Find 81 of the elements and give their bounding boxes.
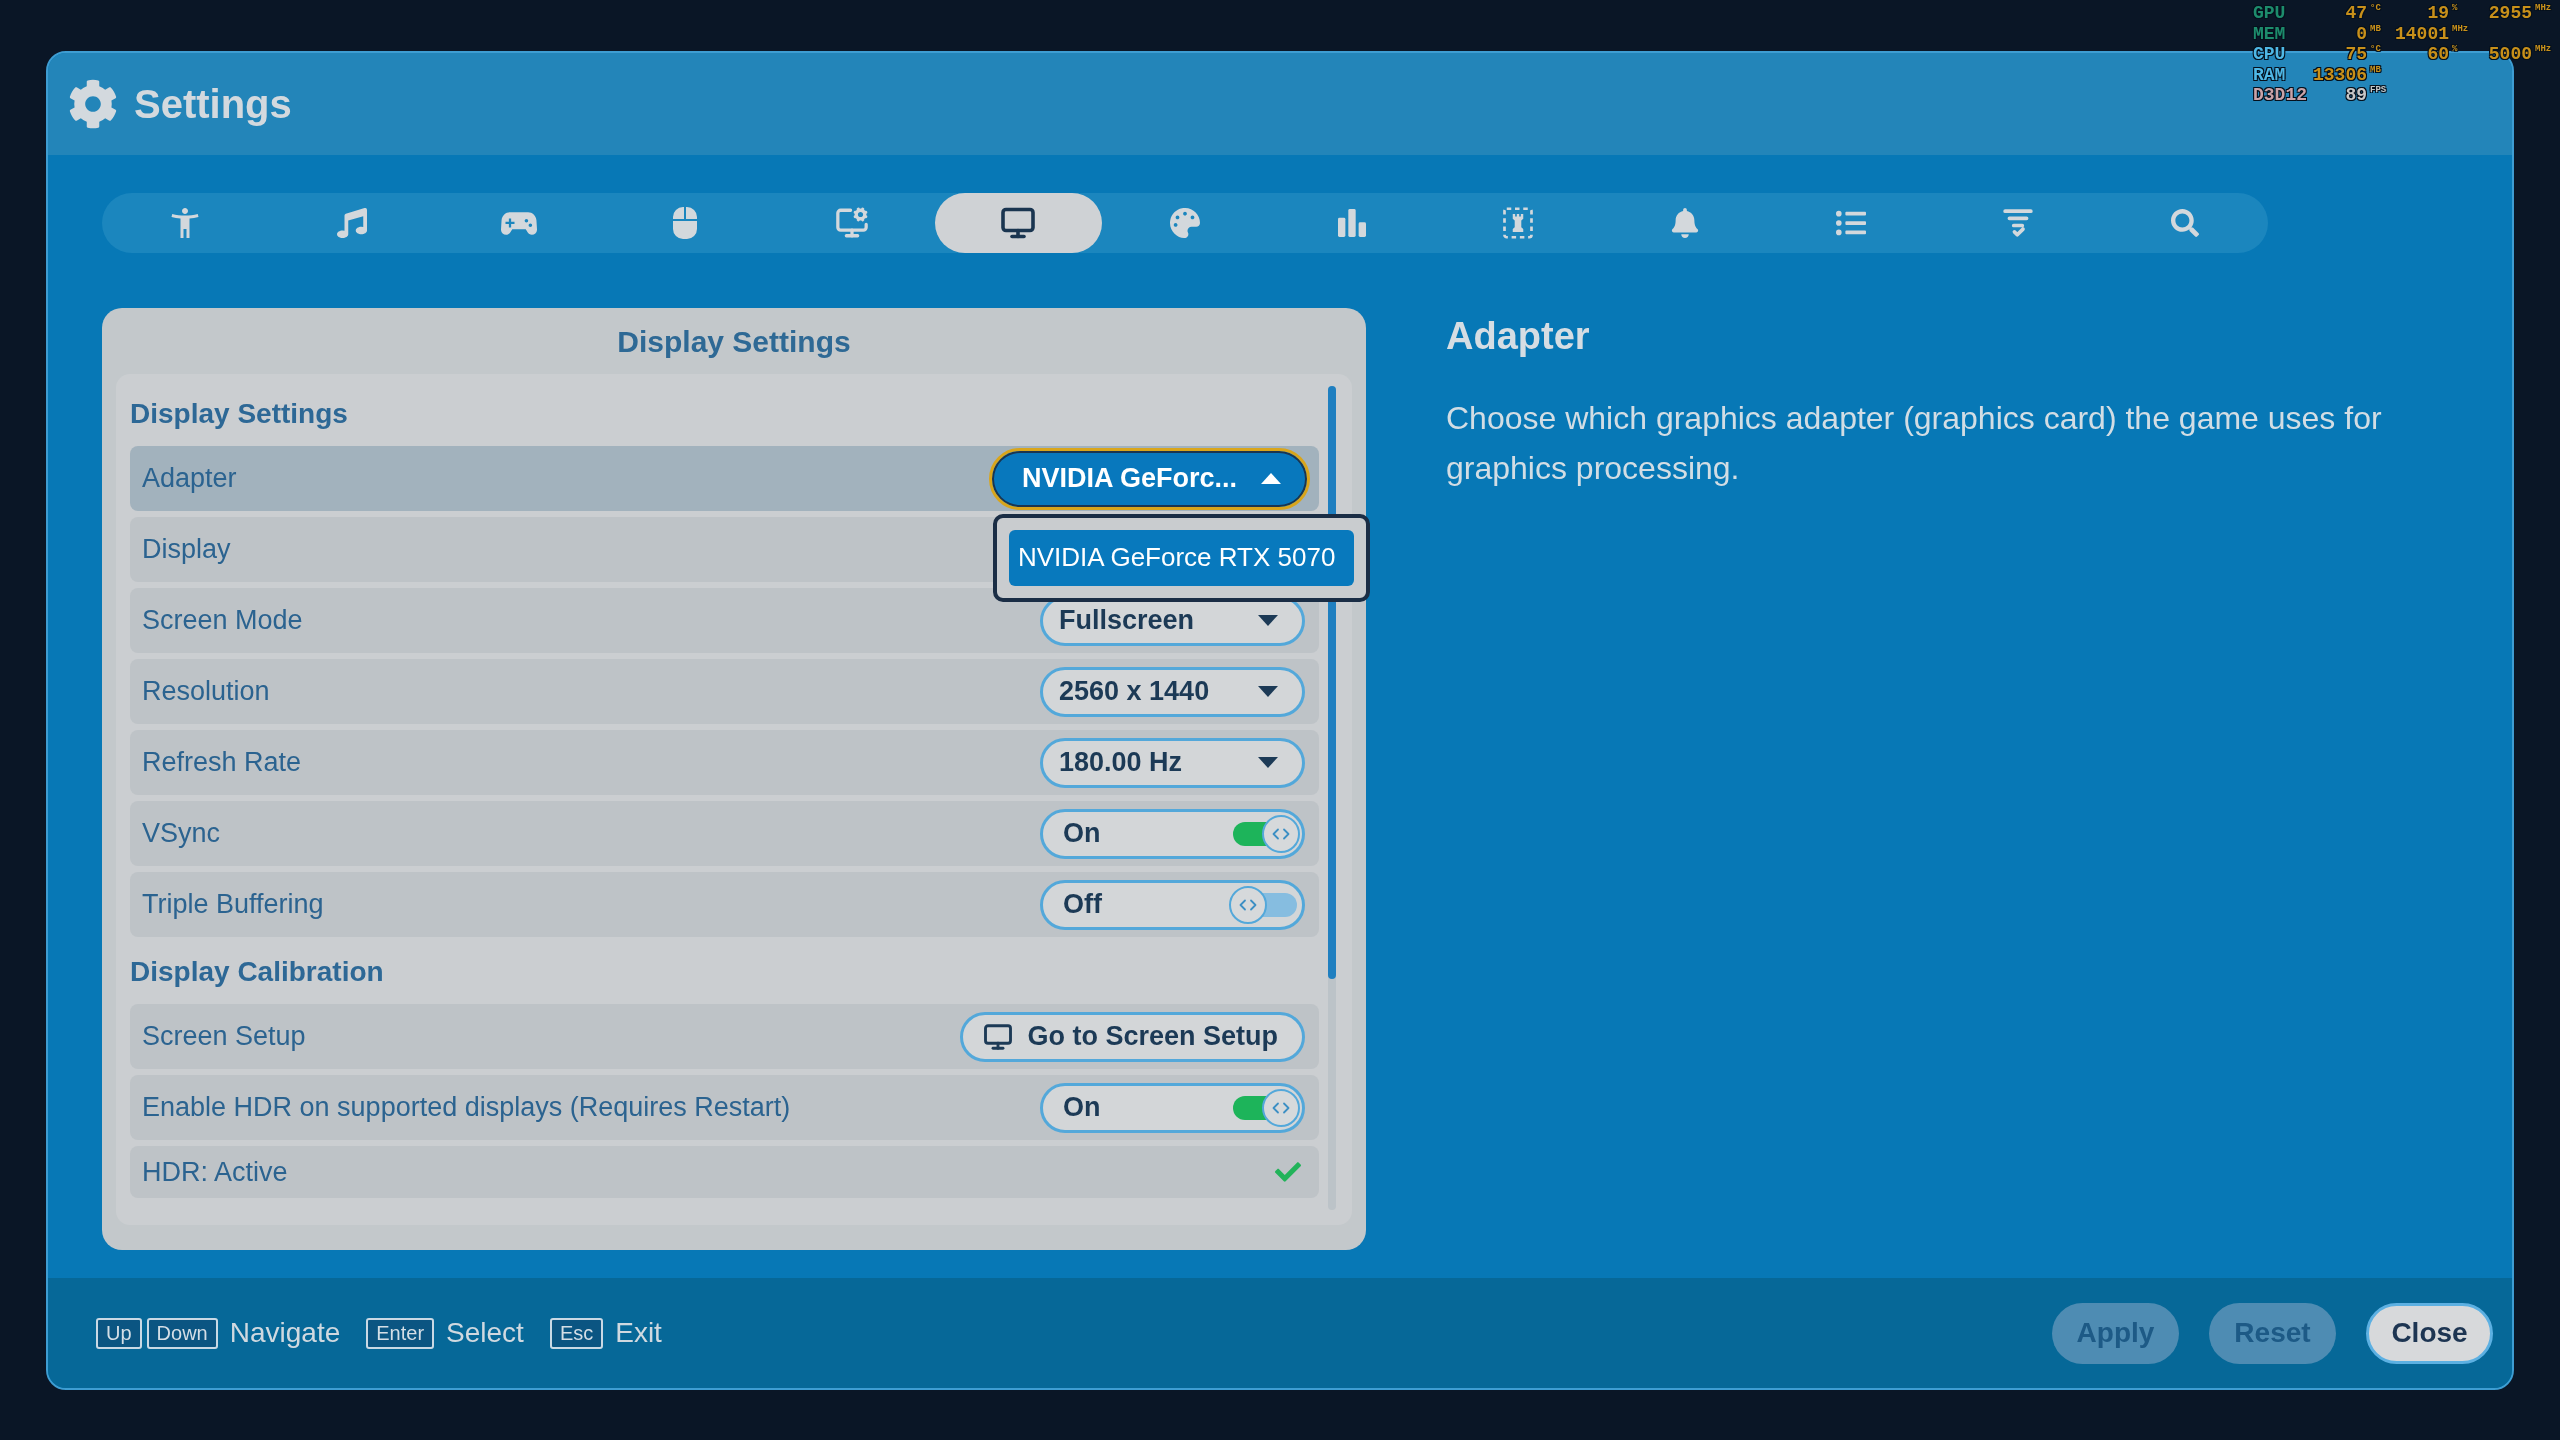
hint-label: Navigate xyxy=(229,1316,341,1350)
panel-title: Display Settings xyxy=(617,323,851,360)
toggle-button[interactable]: On xyxy=(1040,808,1305,859)
stat-unit: °C xyxy=(2369,3,2382,14)
gamepad-icon xyxy=(500,210,537,236)
bell-icon xyxy=(1669,208,1700,238)
stat-unit: % xyxy=(2451,44,2459,55)
stat-value: 19 xyxy=(2426,3,2449,23)
rook-frame-icon xyxy=(1503,207,1534,239)
search-icon xyxy=(2170,209,2199,237)
detail-description: Choose which graphics adapter (graphics card) the game uses for graphics processing. xyxy=(1446,399,2383,488)
stat-unit: MB xyxy=(2369,23,2382,35)
stat-unit: MB xyxy=(2369,64,2382,76)
stat-label: RAM xyxy=(2253,64,2287,85)
mouse-icon xyxy=(672,207,699,239)
stat-unit: °C xyxy=(2369,44,2382,55)
caret-icon xyxy=(1258,615,1278,626)
setting-row[interactable]: HDR: Active xyxy=(130,1146,1319,1198)
stat-unit: FPS xyxy=(2369,85,2388,96)
key-cap: Up xyxy=(96,1317,142,1349)
hint-label: Exit xyxy=(615,1316,662,1350)
monitor-icon xyxy=(983,1021,1014,1052)
key-cap: Esc xyxy=(549,1317,604,1349)
dropdown-option[interactable]: NVIDIA GeForce RTX 5070 xyxy=(1008,529,1354,586)
stat-value: 13306 xyxy=(2312,64,2367,85)
list-icon xyxy=(1836,208,1867,238)
action-button[interactable]: Go to Screen Setup xyxy=(960,1011,1305,1062)
stat-value: 5000 xyxy=(2487,44,2532,64)
setting-row[interactable]: Screen Setup Go to Screen Setup xyxy=(130,1004,1319,1069)
key-cap: Enter xyxy=(366,1317,435,1349)
tab[interactable] xyxy=(935,193,1102,253)
checklist-icon xyxy=(2003,208,2033,238)
section-heading: Display Settings xyxy=(130,397,348,431)
setting-label: Resolution xyxy=(142,675,270,709)
stat-unit: % xyxy=(2451,3,2459,14)
stat-value: 0 xyxy=(2355,23,2367,44)
caret-icon xyxy=(1261,473,1281,484)
toggle-button[interactable]: Off xyxy=(1040,879,1305,930)
setting-row[interactable]: VSync On xyxy=(130,801,1319,866)
setting-row[interactable]: Triple Buffering Off xyxy=(130,872,1319,937)
dropdown-button[interactable]: NVIDIA GeForc... xyxy=(988,447,1310,510)
stat-unit: MHz xyxy=(2534,44,2553,55)
setting-label: Triple Buffering xyxy=(142,888,324,922)
stat-label: GPU xyxy=(2253,3,2287,23)
setting-row[interactable]: Resolution 2560 x 1440 xyxy=(130,659,1319,724)
settings-icon xyxy=(68,79,118,129)
toggle-button[interactable]: On xyxy=(1040,1082,1305,1133)
setting-label: VSync xyxy=(142,817,221,851)
stat-value: 89 xyxy=(2344,85,2367,105)
dropdown-button[interactable]: 2560 x 1440 xyxy=(1040,666,1305,717)
dropdown-button[interactable]: 180.00 Hz xyxy=(1040,737,1305,788)
setting-row[interactable]: Enable HDR on supported displays (Requires Restart) On xyxy=(130,1075,1319,1140)
hint-label: Select xyxy=(446,1316,524,1350)
caret-icon xyxy=(1258,757,1278,768)
bar-chart-icon xyxy=(1337,209,1366,237)
setting-label: Screen Mode xyxy=(142,604,303,638)
palette-icon xyxy=(1169,208,1200,238)
stat-unit: MHz xyxy=(2534,3,2553,14)
music-note-icon xyxy=(336,208,367,238)
footer-button[interactable]: Close xyxy=(2366,1302,2493,1364)
key-cap: Down xyxy=(146,1317,218,1349)
setting-label: Enable HDR on supported displays (Requires Restart) xyxy=(142,1091,791,1125)
monitor-gear-icon xyxy=(834,206,869,240)
setting-row[interactable]: Screen Mode Fullscreen xyxy=(130,588,1319,653)
stat-value: 47 xyxy=(2344,3,2367,23)
detail-title: Adapter xyxy=(1446,314,1591,359)
setting-row[interactable]: Refresh Rate 180.00 Hz xyxy=(130,730,1319,795)
stat-unit: MHz xyxy=(2451,23,2470,35)
stat-label: D3D12 xyxy=(2253,85,2308,105)
monitor-icon xyxy=(1000,205,1037,241)
section-heading: Display Calibration xyxy=(130,955,384,989)
setting-label: Screen Setup xyxy=(142,1020,306,1054)
stat-label: MEM xyxy=(2253,23,2287,44)
setting-label: Display xyxy=(142,533,231,567)
stat-value: 14001 xyxy=(2394,23,2449,44)
setting-label: HDR: Active xyxy=(142,1155,288,1189)
setting-label: Refresh Rate xyxy=(142,746,302,780)
setting-label: Adapter xyxy=(142,462,237,496)
window-title: Settings xyxy=(134,81,292,128)
stat-value: 2955 xyxy=(2487,3,2532,23)
caret-icon xyxy=(1258,686,1278,697)
